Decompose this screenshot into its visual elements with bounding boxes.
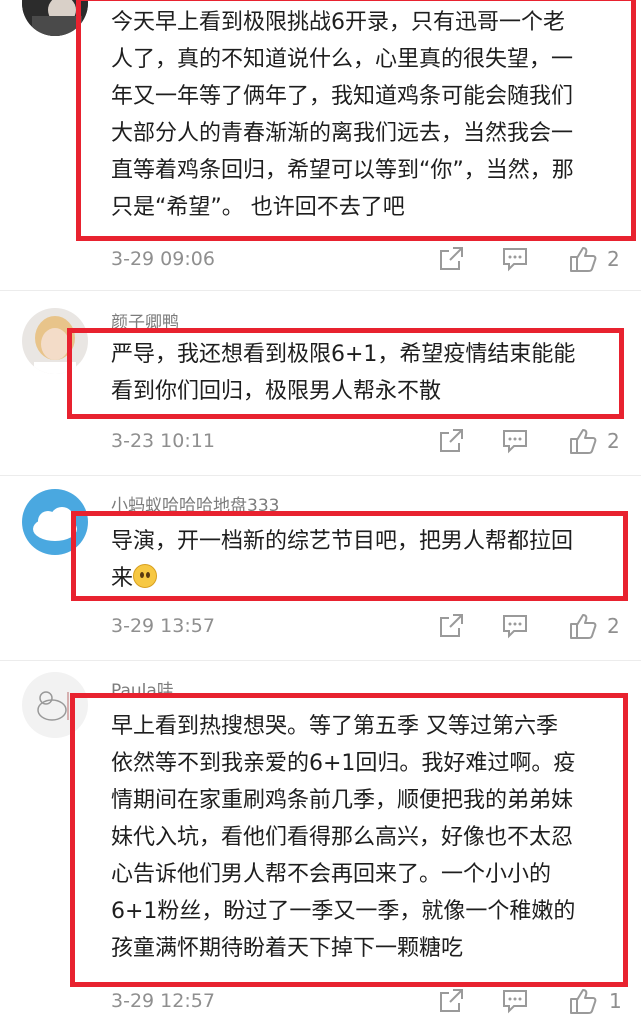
comment-item: 颜子卿鸭 严导，我还想看到极限6+1，希望疫情结束能能 看到你们回归，极限男人帮… (0, 300, 641, 470)
highlight-box (70, 693, 628, 987)
highlight-box (67, 328, 624, 419)
reply-icon[interactable] (501, 987, 529, 1015)
comment-item: Paula哇 早上看到热搜想哭。等了第五季 又等过第六季 依然等不到我亲爱的6+… (0, 668, 641, 1021)
like-icon[interactable] (568, 426, 598, 456)
divider (0, 290, 641, 291)
like-count: 2 (607, 247, 620, 271)
divider (0, 660, 641, 661)
like-icon[interactable] (568, 611, 598, 641)
share-icon[interactable] (437, 612, 465, 640)
comment-time: 3-29 12:57 (111, 990, 215, 1012)
like-icon[interactable] (568, 244, 598, 274)
divider (0, 475, 641, 476)
reply-icon[interactable] (501, 427, 529, 455)
reply-icon[interactable] (501, 245, 529, 273)
comment-time: 3-29 09:06 (111, 248, 215, 270)
highlight-box (76, 0, 636, 241)
like-count: 2 (607, 614, 620, 638)
share-icon[interactable] (437, 987, 465, 1015)
comment-time: 3-23 10:11 (111, 430, 215, 452)
comment-item: 小蚂蚁哈哈哈地盘333 导演，开一档新的综艺节目吧，把男人帮都拉回 来 3-29… (0, 485, 641, 650)
share-icon[interactable] (437, 245, 465, 273)
like-count: 1 (609, 989, 622, 1013)
share-icon[interactable] (437, 427, 465, 455)
like-icon[interactable] (568, 986, 598, 1016)
comment-item: 今天早上看到极限挑战6开录，只有迅哥一个老 人了，真的不知道说什么，心里真的很失… (0, 0, 641, 285)
reply-icon[interactable] (501, 612, 529, 640)
highlight-box (71, 511, 628, 601)
like-count: 2 (607, 429, 620, 453)
comment-time: 3-29 13:57 (111, 615, 215, 637)
